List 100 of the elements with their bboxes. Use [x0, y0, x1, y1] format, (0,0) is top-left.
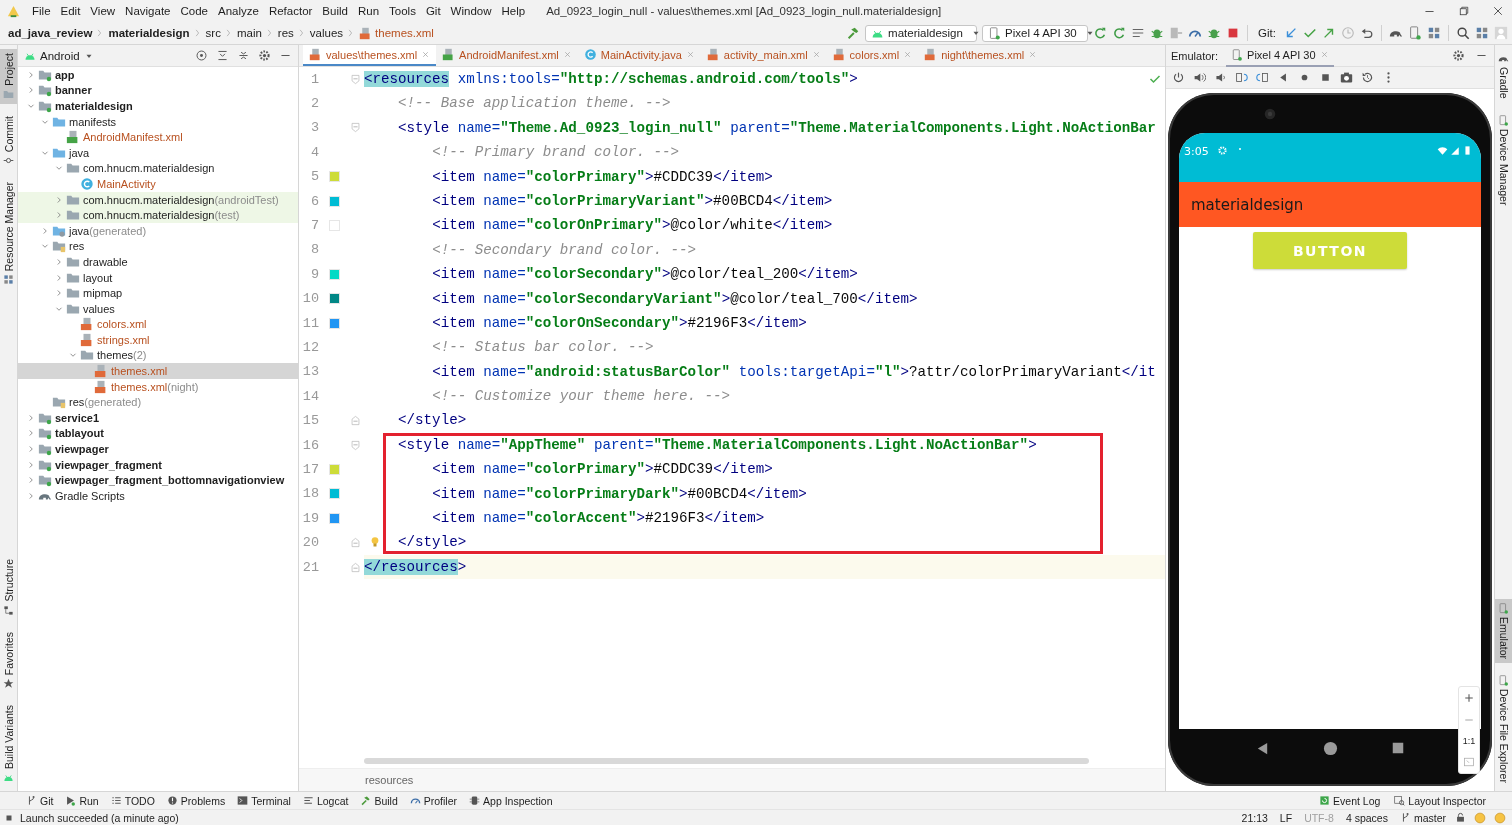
line-number: 2: [309, 96, 320, 112]
menu-item[interactable]: Window: [445, 3, 497, 19]
tree-item[interactable]: com.hnucm.materialdesign(androidTest): [18, 191, 298, 208]
breadcrumb-item[interactable]: res: [277, 27, 294, 39]
tool-window-button[interactable]: Git: [22, 794, 58, 807]
menu-item[interactable]: Navigate: [120, 3, 176, 19]
tree-item[interactable]: app: [18, 67, 298, 83]
breadcrumb-item[interactable]: themes.xml: [359, 26, 434, 40]
breadcrumb-item[interactable]: main: [236, 27, 262, 39]
tree-item[interactable]: viewpager: [18, 441, 298, 457]
tree-item[interactable]: viewpager_fragment_bottomnavigationview: [18, 472, 298, 489]
line-number: 11: [301, 315, 320, 331]
tree-item[interactable]: strings.xml: [18, 332, 298, 348]
menu-item[interactable]: Git: [420, 3, 446, 19]
menu-item[interactable]: Tools: [384, 3, 421, 19]
menu-item[interactable]: View: [85, 3, 121, 19]
editor-tab[interactable]: activity_main.xml: [700, 45, 827, 66]
status-item[interactable]: master: [1396, 811, 1449, 824]
tool-window-button[interactable]: Terminal: [233, 794, 295, 807]
code-line: </resources>: [364, 557, 467, 577]
tree-item[interactable]: colors.xml: [18, 316, 298, 333]
tree-item[interactable]: viewpager_fragment: [18, 456, 298, 473]
tool-window-tab[interactable]: Gradle: [1495, 49, 1512, 103]
menu-item[interactable]: Build: [317, 3, 353, 19]
tool-window-button[interactable]: Logcat: [298, 794, 353, 807]
tree-item[interactable]: values: [18, 300, 298, 317]
code-line: <item name="colorAccent">#2196F3</item>: [432, 509, 765, 529]
breadcrumb-item[interactable]: ad_java_review: [8, 27, 93, 39]
editor-tab[interactable]: night\themes.xml: [918, 45, 1044, 66]
tree-item[interactable]: java: [18, 144, 298, 161]
tool-window-tab[interactable]: Favorites: [0, 627, 17, 693]
status-item[interactable]: 4 spaces: [1342, 811, 1391, 824]
tree-item[interactable]: manifests: [18, 113, 298, 130]
line-number: 15: [301, 413, 320, 429]
tool-window-tab[interactable]: Device Manager: [1495, 110, 1512, 209]
menu-item[interactable]: File: [27, 3, 56, 19]
tool-window-tab[interactable]: Build Variants: [0, 701, 17, 787]
tree-item[interactable]: Gradle Scripts: [18, 488, 298, 504]
tool-window-button[interactable]: Build: [356, 794, 402, 807]
code-line: <style name="AppTheme" parent="Theme.MaterialComponents.Light.NoActionBar">: [398, 435, 1037, 455]
tool-window-tab[interactable]: Resource Manager: [0, 177, 17, 290]
menu-item[interactable]: Run: [352, 3, 385, 19]
menu-item[interactable]: Refactor: [263, 3, 318, 19]
tool-window-tab[interactable]: Device File Explorer: [1495, 671, 1512, 787]
line-number: 10: [301, 291, 320, 307]
tree-item[interactable]: drawable: [18, 254, 298, 270]
line-number: 13: [301, 364, 320, 380]
status-message: Launch succeeded (a minute ago): [20, 811, 180, 824]
line-number: 12: [301, 340, 320, 355]
tree-item[interactable]: banner: [18, 82, 298, 99]
code-line: <resources xmlns:tools="http://schemas.android.com/tools">: [364, 70, 858, 89]
tool-window-tab[interactable]: Project: [0, 49, 17, 104]
tree-item[interactable]: res: [18, 238, 298, 255]
tool-window-tab[interactable]: Structure: [0, 555, 17, 620]
status-item[interactable]: LF: [1276, 811, 1296, 824]
line-number: 14: [301, 388, 320, 404]
tree-item[interactable]: themes.xml(night): [18, 378, 298, 395]
tool-window-tab[interactable]: Emulator: [1495, 599, 1512, 664]
status-item[interactable]: 21:13: [1238, 811, 1271, 824]
tool-window-button[interactable]: App Inspection: [465, 794, 557, 807]
tree-item[interactable]: MainActivity: [18, 176, 298, 192]
menu-item[interactable]: Code: [175, 3, 213, 19]
tree-item[interactable]: res(generated): [18, 394, 298, 411]
tree-item[interactable]: materialdesign: [18, 98, 298, 114]
tool-window-button[interactable]: Event Log: [1315, 794, 1385, 807]
tree-item[interactable]: themes.xml: [18, 363, 298, 379]
device-tab[interactable]: Pixel 4 API 30: [1226, 44, 1334, 67]
menu-item[interactable]: Edit: [55, 3, 86, 19]
breadcrumb-item[interactable]: resources: [299, 768, 1165, 791]
zoom-actual-button[interactable]: 1:1: [1460, 736, 1478, 746]
tool-window-button[interactable]: Profiler: [405, 794, 462, 807]
breadcrumb-item[interactable]: values: [309, 27, 344, 39]
tool-window-button[interactable]: TODO: [106, 794, 159, 807]
tree-item[interactable]: java(generated): [18, 222, 298, 239]
tool-window-button[interactable]: Run: [61, 794, 103, 807]
tree-item[interactable]: tablayout: [18, 425, 298, 442]
line-number: 16: [301, 437, 320, 453]
menu-item[interactable]: Help: [496, 3, 531, 19]
editor-tab[interactable]: colors.xml: [826, 45, 919, 66]
editor-tab[interactable]: AndroidManifest.xml: [436, 45, 578, 66]
tool-window-button[interactable]: Layout Inspector: [1390, 794, 1490, 807]
breadcrumb-item[interactable]: src: [205, 27, 221, 39]
tree-item[interactable]: AndroidManifest.xml: [18, 129, 298, 145]
tree-item[interactable]: mipmap: [18, 285, 298, 301]
code-line: </style>: [398, 533, 467, 553]
panel-label: Emulator:: [1171, 49, 1219, 62]
editor-tab[interactable]: MainActivity.java: [577, 45, 701, 66]
run-config-dropdown[interactable]: materialdesign: [865, 24, 978, 42]
tree-item[interactable]: layout: [18, 269, 298, 286]
tool-window-button[interactable]: Problems: [162, 794, 230, 807]
tree-item[interactable]: service1: [18, 410, 298, 426]
tree-item[interactable]: com.hnucm.materialdesign(test): [18, 207, 298, 223]
editor-tab[interactable]: values\themes.xml: [303, 45, 437, 66]
tree-item[interactable]: themes(2): [18, 347, 298, 364]
code-line: <item name="colorPrimaryDark">#00BCD4</item>: [432, 484, 807, 504]
tool-window-tab[interactable]: Commit: [0, 111, 17, 170]
menu-item[interactable]: Analyze: [212, 3, 264, 19]
tree-item[interactable]: com.hnucm.materialdesign: [18, 160, 298, 177]
breadcrumb-item[interactable]: materialdesign: [108, 27, 190, 39]
code-line: <item name="colorPrimary">#CDDC39</item>: [432, 460, 773, 480]
